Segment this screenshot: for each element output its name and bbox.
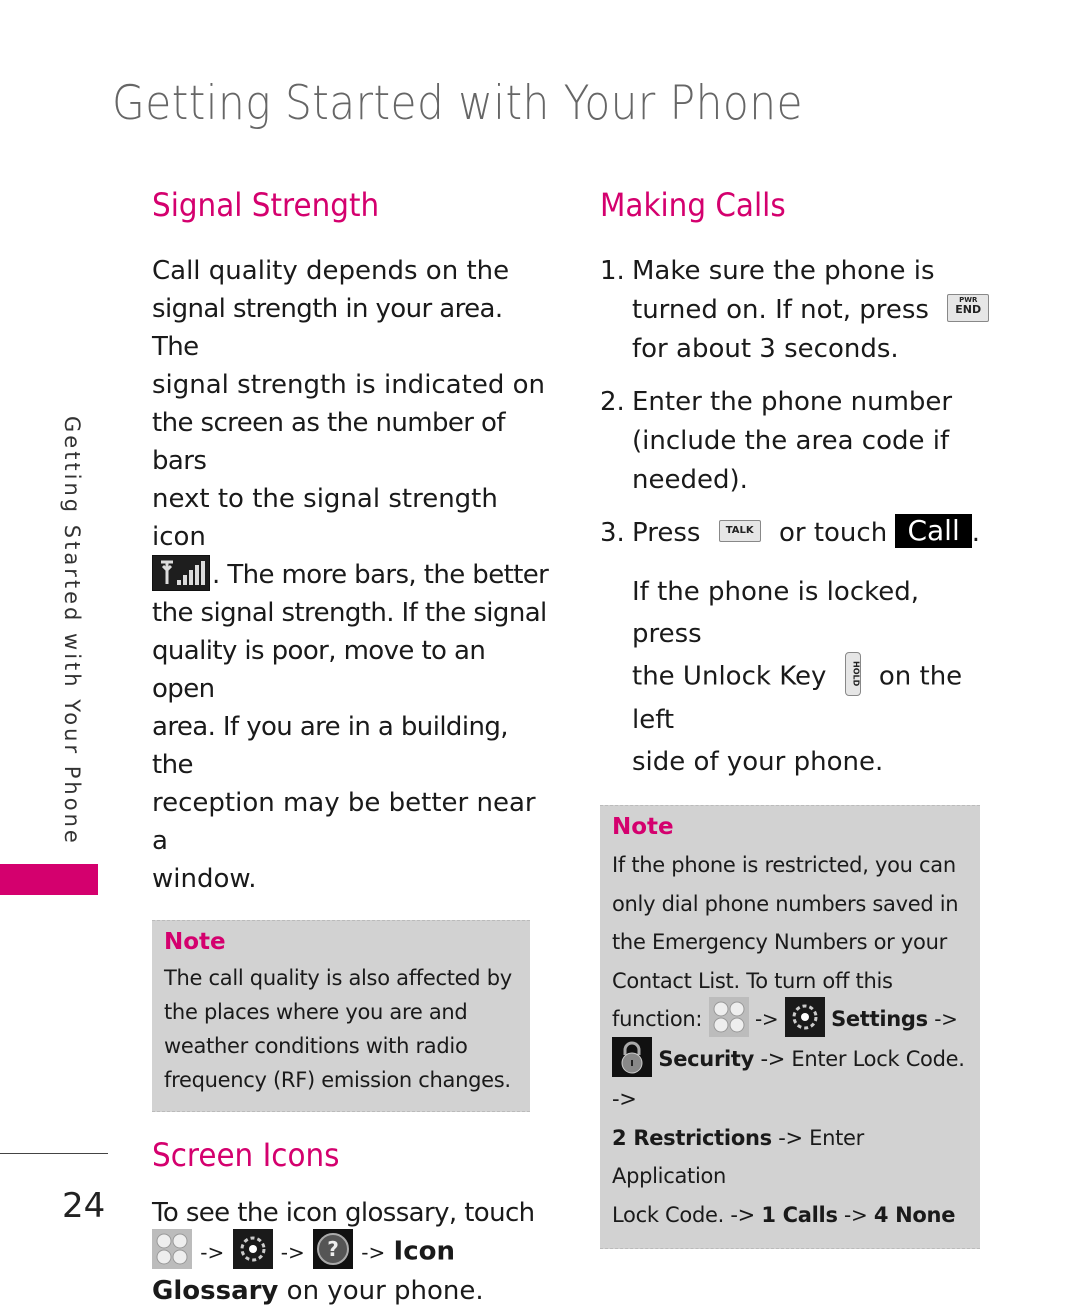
note-text-span: function: xyxy=(612,1007,703,1031)
step-3: 3. Press TALK or touch Call. xyxy=(600,513,995,553)
body-line: signal strength in your area. The xyxy=(152,294,503,362)
step-1: 1. Make sure the phone is turned on. If … xyxy=(600,252,995,369)
body-line: next to the signal strength icon xyxy=(152,484,498,552)
body-line: To see the icon glossary, touch xyxy=(152,1198,535,1228)
step-number: 1. xyxy=(600,256,625,286)
note-line: the places where you are and xyxy=(164,1000,468,1024)
body-line: quality is poor, move to an open xyxy=(152,636,486,704)
body-line: Call quality depends on the xyxy=(152,256,510,286)
arrow: -> xyxy=(934,1007,958,1031)
step-text: Press xyxy=(632,518,701,548)
signal-strength-heading: Signal Strength xyxy=(152,186,380,224)
signal-strength-icon xyxy=(152,554,210,591)
body-line: window. xyxy=(152,864,257,894)
calls-label: 1 Calls xyxy=(761,1202,838,1227)
body-line: the signal strength. If the signal xyxy=(152,598,547,628)
steps-list: 1. Make sure the phone is turned on. If … xyxy=(600,252,995,553)
body-line: area. If you are in a building, the xyxy=(152,712,509,780)
arrow: -> xyxy=(754,1007,779,1031)
pwr-end-key-icon: PWR END xyxy=(947,293,990,322)
talk-key-icon: TALK xyxy=(718,519,761,542)
step-text: turned on. If not, press xyxy=(632,295,929,325)
key-label-bottom: END xyxy=(955,302,982,316)
hold-unlock-key-icon: HOLD xyxy=(844,652,861,696)
step-number: 3. xyxy=(600,518,625,548)
step-text: or touch xyxy=(778,518,888,548)
step-line: turned on. If not, press PWR END xyxy=(632,291,995,330)
locked-line: side of your phone. xyxy=(632,747,884,777)
note-text-span: Lock Code. -> xyxy=(612,1202,755,1227)
settings-gear-icon xyxy=(232,1229,273,1269)
body-line-text: . The more bars, the better xyxy=(212,560,549,590)
icon-glossary-label-a: Icon xyxy=(393,1236,456,1267)
note-line: The call quality is also affected by xyxy=(164,966,512,990)
step-number: 2. xyxy=(600,387,625,417)
note-line: 2 Restrictions -> Enter Application xyxy=(612,1119,968,1196)
left-column: Signal Strength Call quality depends on … xyxy=(152,186,552,1310)
help-question-icon: ? xyxy=(313,1229,354,1269)
note-text: If the phone is restricted, you can only… xyxy=(612,846,968,1234)
note-line: the Emergency Numbers or your xyxy=(612,930,947,954)
arrow: -> xyxy=(844,1202,868,1227)
page-title: Getting Started with Your Phone xyxy=(112,76,803,131)
page-number: 24 xyxy=(62,1186,106,1226)
locked-line: If the phone is locked, press xyxy=(632,577,920,649)
arrow: -> xyxy=(200,1240,225,1265)
body-line-with-icon: . The more bars, the better xyxy=(152,554,552,594)
note-title: Note xyxy=(612,814,674,840)
step-line: (include the area code if xyxy=(632,426,950,456)
body-line: Glossary on your phone. xyxy=(152,1272,552,1310)
none-label: 4 None xyxy=(873,1202,956,1227)
call-button[interactable]: Call xyxy=(895,513,972,548)
side-tab-marker xyxy=(0,864,98,895)
side-tab-label: Getting Started with Your Phone xyxy=(60,416,84,846)
note-text: The call quality is also affected by the… xyxy=(164,961,518,1097)
settings-gear-icon xyxy=(784,997,825,1037)
note-line: weather conditions with radio xyxy=(164,1034,468,1058)
step-line: Enter the phone number xyxy=(632,387,953,417)
step-line: needed). xyxy=(632,465,748,495)
body-line: reception may be better near a xyxy=(152,788,536,856)
step-line: Make sure the phone is xyxy=(632,256,935,286)
step-text: . xyxy=(971,518,980,548)
signal-strength-body: Call quality depends on the signal stren… xyxy=(152,252,552,898)
body-line-tail: on your phone. xyxy=(278,1276,484,1306)
apps-menu-icon xyxy=(708,997,749,1037)
step-line: for about 3 seconds. xyxy=(632,334,899,364)
note-line: only dial phone numbers saved in xyxy=(612,891,959,916)
locked-line: the Unlock Key HOLD on the left xyxy=(632,652,995,741)
making-calls-heading: Making Calls xyxy=(600,186,786,224)
arrow: -> xyxy=(361,1240,386,1265)
note-line: Contact List. To turn off this xyxy=(612,968,893,993)
note-line: Lock Code. -> 1 Calls -> 4 None xyxy=(612,1196,968,1235)
note-line: Security -> Enter Lock Code. -> xyxy=(612,1037,968,1119)
calls-note-box: Note If the phone is restricted, you can… xyxy=(600,805,980,1249)
security-lock-icon xyxy=(612,1037,652,1077)
icon-path-line: -> -> ? -> Icon xyxy=(152,1229,552,1272)
body-line: signal strength is indicated on xyxy=(152,370,545,400)
footer-divider xyxy=(0,1153,108,1154)
icon-glossary-label-b: Glossary xyxy=(152,1276,279,1306)
signal-note-box: Note The call quality is also affected b… xyxy=(152,920,530,1112)
apps-menu-icon xyxy=(152,1229,192,1269)
right-column: Making Calls 1. Make sure the phone is t… xyxy=(600,186,995,1249)
body-line: the screen as the number of bars xyxy=(152,408,506,476)
locked-text: the Unlock Key xyxy=(632,661,827,692)
screen-icons-body: To see the icon glossary, touch -> -> ? … xyxy=(152,1194,552,1310)
note-line: If the phone is restricted, you can xyxy=(612,853,956,877)
settings-label: Settings xyxy=(831,1007,928,1031)
svg-text:?: ? xyxy=(327,1237,339,1261)
screen-icons-heading: Screen Icons xyxy=(152,1136,340,1174)
restrictions-label: 2 Restrictions xyxy=(612,1125,772,1150)
step-2: 2. Enter the phone number (include the a… xyxy=(600,383,995,500)
locked-instructions: If the phone is locked, press the Unlock… xyxy=(600,571,995,783)
note-line: frequency (RF) emission changes. xyxy=(164,1068,511,1092)
note-line: function: -> Settings -> xyxy=(612,997,968,1040)
arrow: -> xyxy=(280,1240,305,1265)
security-label: Security xyxy=(658,1047,755,1071)
note-title: Note xyxy=(164,929,226,955)
